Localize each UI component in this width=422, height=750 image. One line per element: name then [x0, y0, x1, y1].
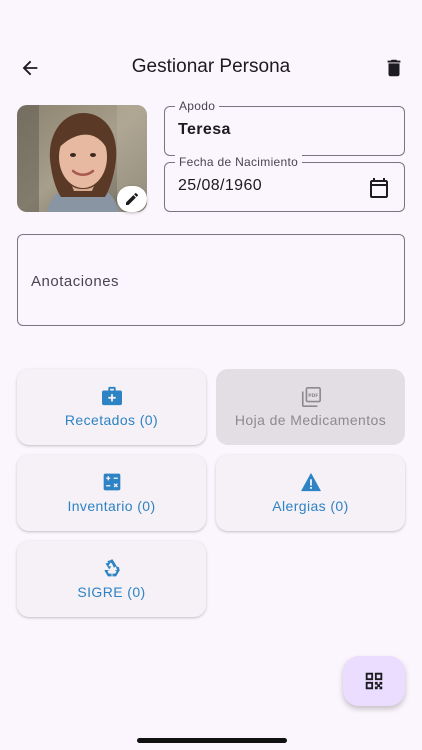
hoja-medicamentos-label: Hoja de Medicamentos — [234, 412, 387, 428]
apodo-field[interactable]: Apodo Teresa — [164, 99, 405, 156]
home-indicator — [137, 738, 287, 743]
birthdate-value[interactable]: 25/08/1960 — [178, 177, 262, 195]
notes-field[interactable]: Anotaciones — [17, 234, 405, 326]
alergias-label: Alergias (0) — [272, 498, 349, 514]
recetados-button[interactable]: Recetados (0) — [17, 369, 206, 445]
hoja-medicamentos-button[interactable]: PDF Hoja de Medicamentos — [216, 369, 405, 445]
calculator-icon — [103, 473, 120, 491]
inventario-button[interactable]: Inventario (0) — [17, 455, 206, 531]
recetados-label: Recetados (0) — [64, 412, 159, 428]
inventario-label: Inventario (0) — [67, 498, 156, 514]
apodo-label: Apodo — [175, 99, 220, 113]
delete-button[interactable] — [378, 52, 410, 84]
calendar-button[interactable] — [366, 175, 392, 201]
apodo-value[interactable]: Teresa — [178, 121, 231, 139]
sigre-label: SIGRE (0) — [77, 584, 146, 600]
page-title: Gestionar Persona — [131, 56, 291, 77]
recycle-icon — [104, 558, 120, 577]
alergias-button[interactable]: Alergias (0) — [216, 455, 405, 531]
birthdate-label: Fecha de Nacimiento — [175, 155, 303, 169]
qr-code-button[interactable] — [343, 656, 405, 706]
pdf-stack-icon: PDF — [301, 387, 321, 407]
pencil-icon — [126, 192, 139, 205]
calendar-icon — [370, 178, 388, 198]
notes-placeholder: Anotaciones — [31, 273, 120, 290]
trash-icon — [387, 59, 401, 77]
svg-text:PDF: PDF — [308, 393, 318, 399]
warning-icon — [300, 472, 321, 492]
qr-code-icon — [365, 672, 383, 690]
medkit-icon — [101, 386, 122, 406]
birthdate-field[interactable]: Fecha de Nacimiento 25/08/1960 — [164, 155, 405, 212]
app-bar: Gestionar Persona — [0, 40, 422, 96]
sigre-button[interactable]: SIGRE (0) — [17, 541, 206, 617]
edit-photo-button[interactable] — [117, 186, 147, 212]
